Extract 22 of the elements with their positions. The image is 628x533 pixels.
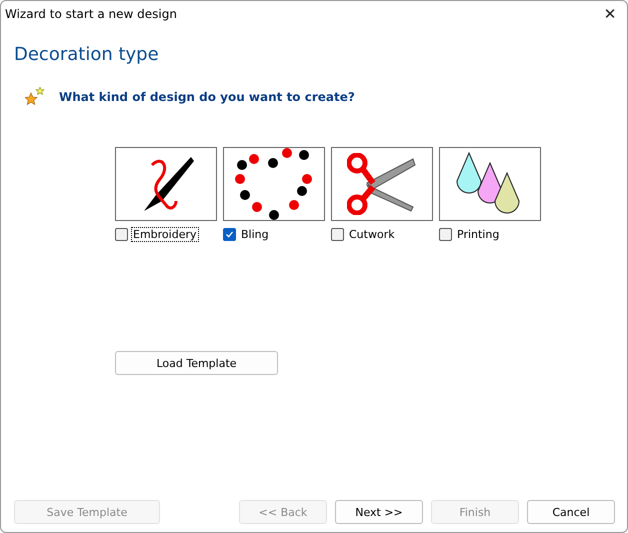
checkbox[interactable] — [331, 228, 344, 241]
option-picture-frame[interactable] — [439, 147, 541, 221]
wizard-button[interactable]: Cancel — [527, 500, 615, 524]
scissors-icon — [347, 153, 417, 215]
checkbox[interactable] — [115, 228, 128, 241]
wizard-button[interactable]: Next >> — [335, 500, 423, 524]
checkbox-label[interactable]: Cutwork — [348, 228, 396, 241]
checkbox[interactable] — [439, 228, 452, 241]
option-picture-frame[interactable] — [115, 147, 217, 221]
checkbox-label[interactable]: Printing — [456, 228, 500, 241]
check-icon — [225, 230, 234, 239]
checkbox-label[interactable]: Bling — [240, 228, 270, 241]
beads-heart-icon — [234, 147, 314, 221]
question-text: What kind of design do you want to create? — [59, 90, 355, 104]
stars-icon — [25, 87, 45, 107]
close-button[interactable]: ✕ — [593, 1, 627, 27]
window-title: Wizard to start a new design — [5, 7, 177, 21]
checkbox-label[interactable]: Embroidery — [132, 228, 198, 241]
page-heading: Decoration type — [14, 44, 160, 65]
option-picture-frame[interactable] — [223, 147, 325, 221]
checkbox[interactable] — [223, 228, 236, 241]
load-template-button[interactable]: Load Template — [115, 351, 278, 375]
